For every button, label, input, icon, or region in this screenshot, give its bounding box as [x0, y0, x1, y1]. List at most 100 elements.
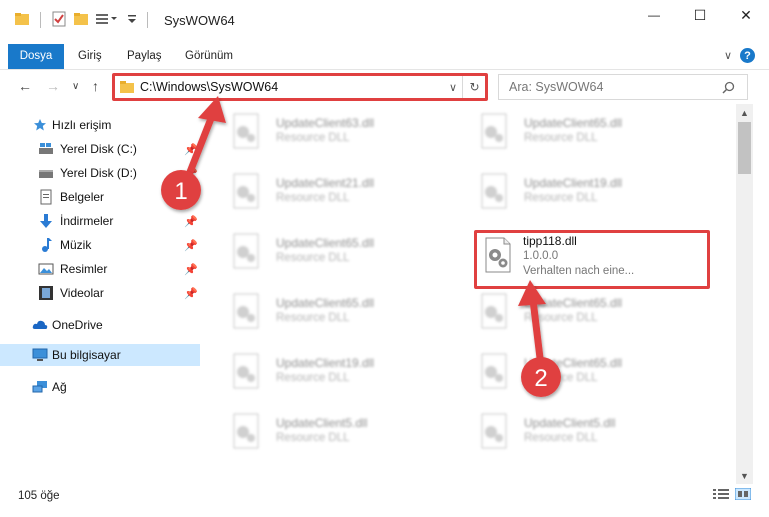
- file-item[interactable]: UpdateClient5.dll Resource DLL: [464, 406, 700, 458]
- close-button[interactable]: ✕: [723, 0, 769, 30]
- vertical-scrollbar[interactable]: ▲ ▼: [736, 104, 753, 484]
- pin-icon[interactable]: 📌: [184, 287, 198, 300]
- file-name: UpdateClient65.dll: [524, 296, 623, 310]
- pin-icon[interactable]: 📌: [184, 263, 198, 276]
- file-name: UpdateClient5.dll: [524, 416, 616, 430]
- recent-locations-button[interactable]: ∨: [72, 81, 79, 92]
- customize-qat-icon[interactable]: [95, 11, 121, 30]
- music-icon: [38, 237, 54, 253]
- file-item[interactable]: UpdateClient65.dll Resource DLL: [464, 286, 700, 338]
- forward-button[interactable]: →: [46, 78, 60, 94]
- properties-icon[interactable]: [51, 11, 67, 30]
- maximize-button[interactable]: ☐: [677, 0, 723, 30]
- pin-icon[interactable]: 📌: [184, 239, 198, 252]
- tab-home[interactable]: Giriş: [78, 44, 102, 69]
- file-name: UpdateClient65.dll: [276, 296, 375, 310]
- search-input[interactable]: Ara: SysWOW64: [509, 80, 722, 94]
- sidebar-item-label: İndirmeler: [60, 214, 114, 228]
- sidebar-item-music[interactable]: Müzik 📌: [0, 234, 200, 256]
- search-box[interactable]: Ara: SysWOW64: [498, 74, 748, 100]
- dll-file-icon: [233, 113, 259, 149]
- dll-file-icon: [233, 233, 259, 269]
- search-icon[interactable]: [722, 81, 735, 94]
- sidebar-item-quick-access[interactable]: Hızlı erişim: [0, 114, 200, 136]
- scroll-down-icon[interactable]: ▼: [736, 467, 753, 484]
- tab-file[interactable]: Dosya: [8, 44, 64, 69]
- dll-file-icon: [233, 173, 259, 209]
- status-bar: 105 öğe: [0, 484, 769, 508]
- file-name: UpdateClient65.dll: [524, 116, 623, 130]
- file-item[interactable]: UpdateClient65.dll Resource DLL: [216, 286, 452, 338]
- file-item[interactable]: UpdateClient63.dll Resource DLL: [216, 106, 452, 158]
- details-view-icon[interactable]: [713, 488, 729, 503]
- file-item[interactable]: UpdateClient19.dll Resource DLL: [464, 166, 700, 218]
- quick-access-toolbar: [14, 11, 152, 30]
- drive-icon: [38, 141, 54, 157]
- file-type: Resource DLL: [524, 432, 598, 444]
- file-item[interactable]: UpdateClient65.dll Resource DLL: [464, 106, 700, 158]
- address-highlight: [112, 73, 488, 101]
- file-name: UpdateClient65.dll: [524, 356, 623, 370]
- item-count: 105 öğe: [18, 490, 60, 502]
- file-name: UpdateClient5.dll: [276, 416, 368, 430]
- help-icon[interactable]: ?: [740, 48, 755, 63]
- qat-dropdown-icon[interactable]: [127, 11, 137, 30]
- sidebar-item-label: Resimler: [60, 262, 108, 276]
- sidebar-item-this-pc[interactable]: Bu bilgisayar: [0, 344, 200, 366]
- file-type: Resource DLL: [524, 372, 598, 384]
- navigation-pane: Hızlı erişim Yerel Disk (C:) 📌 Yerel Dis…: [0, 106, 204, 478]
- dll-file-icon: [481, 353, 507, 389]
- pin-icon[interactable]: 📌: [184, 143, 198, 156]
- sidebar-item-label: Bu bilgisayar: [52, 348, 121, 362]
- file-item[interactable]: UpdateClient65.dll Resource DLL: [216, 226, 452, 278]
- tab-share[interactable]: Paylaş: [127, 44, 162, 69]
- sidebar-item-pictures[interactable]: Resimler 📌: [0, 258, 200, 280]
- up-button[interactable]: ↑: [92, 78, 99, 94]
- file-highlight: [474, 230, 710, 289]
- pictures-icon: [38, 261, 54, 277]
- file-name: UpdateClient63.dll: [276, 116, 375, 130]
- pin-icon[interactable]: 📌: [184, 167, 198, 180]
- sidebar-item-drive-d[interactable]: Yerel Disk (D:) 📌: [0, 162, 200, 184]
- sidebar-item-label: Belgeler: [60, 190, 105, 204]
- sidebar-item-network[interactable]: Ağ: [0, 376, 200, 398]
- scroll-thumb[interactable]: [738, 122, 751, 174]
- ribbon: Dosya Giriş Paylaş Görünüm ∨ ?: [0, 44, 769, 70]
- network-icon: [32, 379, 48, 395]
- file-item[interactable]: UpdateClient65.dll Resource DLL: [464, 346, 700, 398]
- sidebar-item-label: Müzik: [60, 238, 92, 252]
- pin-icon[interactable]: 📌: [184, 215, 198, 228]
- expand-ribbon-icon[interactable]: ∨: [724, 49, 732, 62]
- dll-file-icon: [481, 113, 507, 149]
- tiles-view-icon[interactable]: [734, 487, 752, 503]
- computer-icon: [32, 347, 48, 363]
- sidebar-item-downloads[interactable]: İndirmeler 📌: [0, 210, 200, 232]
- scroll-up-icon[interactable]: ▲: [736, 104, 753, 121]
- minimize-button[interactable]: —: [631, 0, 677, 30]
- star-icon: [32, 117, 48, 133]
- file-type: Resource DLL: [276, 132, 350, 144]
- pin-icon[interactable]: 📌: [184, 191, 198, 204]
- file-item[interactable]: UpdateClient21.dll Resource DLL: [216, 166, 452, 218]
- tab-view[interactable]: Görünüm: [185, 44, 233, 69]
- drive-icon: [38, 165, 54, 181]
- file-type: Resource DLL: [524, 132, 598, 144]
- file-name: UpdateClient65.dll: [276, 236, 375, 250]
- back-button[interactable]: ←: [18, 78, 32, 94]
- sidebar-item-label: OneDrive: [52, 318, 103, 332]
- sidebar-item-label: Yerel Disk (C:): [60, 142, 137, 156]
- sidebar-item-onedrive[interactable]: OneDrive: [0, 314, 200, 336]
- sidebar-item-drive-c[interactable]: Yerel Disk (C:) 📌: [0, 138, 200, 160]
- new-folder-icon[interactable]: [73, 11, 89, 30]
- window-title: SysWOW64: [164, 12, 235, 28]
- dll-file-icon: [481, 173, 507, 209]
- dll-file-icon: [481, 293, 507, 329]
- title-bar: SysWOW64 — ☐ ✕: [0, 0, 769, 40]
- sidebar-item-documents[interactable]: Belgeler 📌: [0, 186, 200, 208]
- file-item[interactable]: UpdateClient19.dll Resource DLL: [216, 346, 452, 398]
- dll-file-icon: [233, 353, 259, 389]
- file-item[interactable]: UpdateClient5.dll Resource DLL: [216, 406, 452, 458]
- file-type: Resource DLL: [524, 312, 598, 324]
- sidebar-item-videos[interactable]: Videolar 📌: [0, 282, 200, 304]
- sidebar-item-label: Videolar: [60, 286, 104, 300]
